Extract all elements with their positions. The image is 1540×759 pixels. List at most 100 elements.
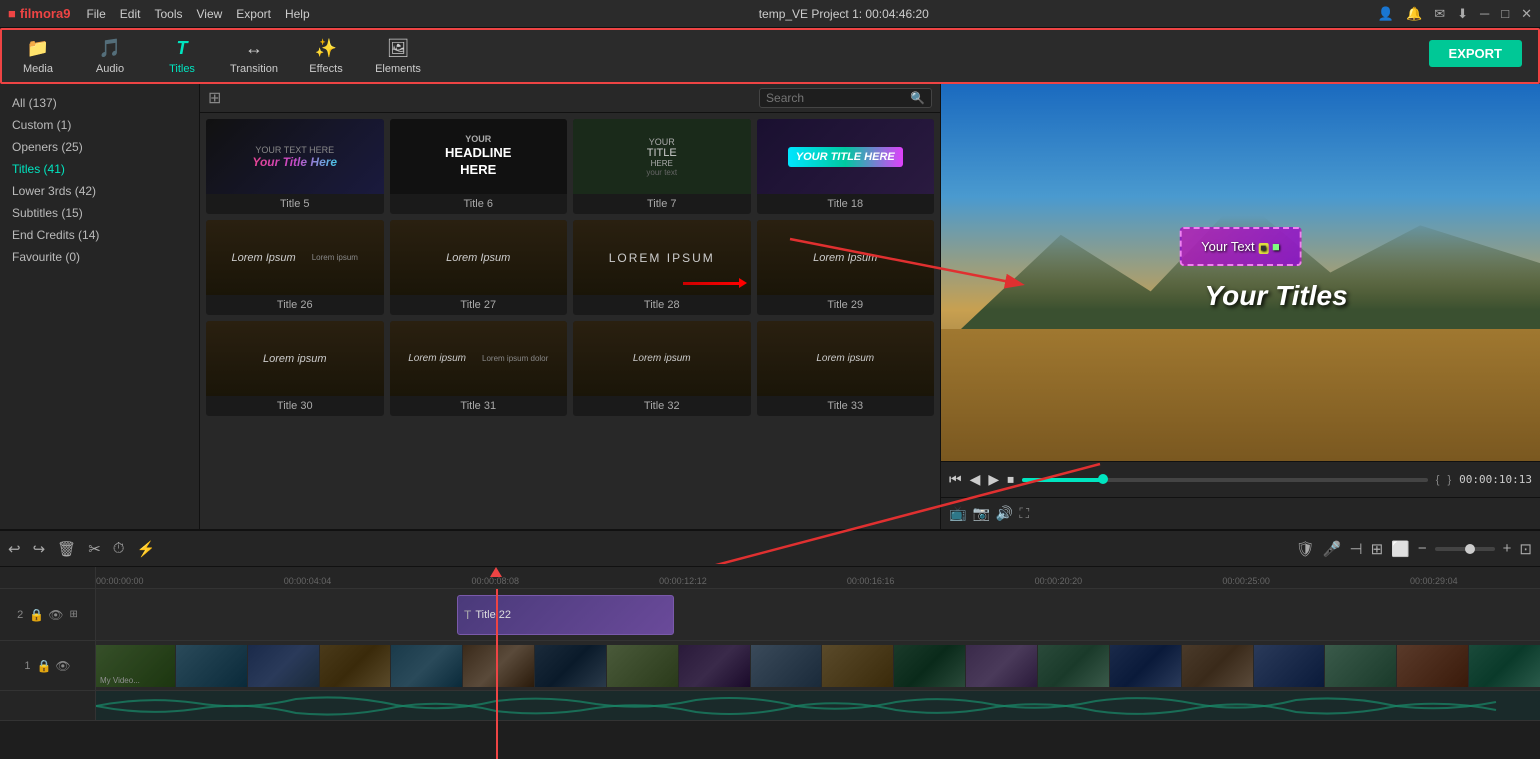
title-thumb-5: YOUR TEXT HERE Your Title Here [206, 119, 384, 194]
plus-zoom-btn[interactable]: + [1503, 540, 1512, 557]
progress-bar[interactable] [1022, 478, 1428, 482]
video-filmstrip[interactable]: My Video... [96, 645, 1540, 687]
redo-btn[interactable]: ↪ [33, 540, 46, 558]
title-card-6[interactable]: YOUR HEADLINE HERE Title 6 [390, 119, 568, 214]
menu-bar: File Edit Tools View Export Help [86, 7, 309, 21]
minimize-btn[interactable]: ─ [1480, 6, 1489, 22]
title-card-28[interactable]: LOREM IPSUM Title 28 [573, 220, 751, 315]
title-name-26: Title 26 [206, 295, 384, 315]
preview-panel: Your Text ■ ■ Your Titles ⏮ ◀ ▶ ⏹ { } 00… [940, 84, 1540, 529]
notification-icon[interactable]: 🔔 [1406, 6, 1422, 22]
export-button[interactable]: EXPORT [1429, 40, 1522, 67]
title-card-7[interactable]: YOUR TITLE HERE your text Title 7 [573, 119, 751, 214]
resolution-icon[interactable]: 📺 [949, 505, 966, 522]
split-audio-btn[interactable]: ⚡ [136, 540, 155, 558]
play-slow-btn[interactable]: ◀ [970, 471, 981, 488]
title-thumb-28: LOREM IPSUM [573, 220, 751, 295]
user-icon[interactable]: 👤 [1378, 6, 1394, 22]
track-2-eye[interactable]: 👁 [48, 608, 63, 622]
sidebar-item-lower3rds[interactable]: Lower 3rds (42) [0, 180, 199, 202]
add-track-icon[interactable]: ⊞ [69, 609, 77, 620]
menu-tools[interactable]: Tools [154, 7, 182, 21]
sidebar-item-titles[interactable]: Titles (41) [0, 158, 199, 180]
title-thumb-29: Lorem Ipsum [757, 220, 935, 295]
preview-title-text: Your Titles [1205, 280, 1348, 312]
zoom-slider[interactable] [1435, 547, 1495, 551]
fit-icon[interactable]: ⊡ [1519, 540, 1532, 558]
detach-btn[interactable]: ⊞ [1371, 540, 1384, 558]
track-1-lock[interactable]: 🔒 [36, 659, 51, 673]
track-row-1: 1 🔒 👁 My Video... [0, 641, 1540, 691]
title-card-18[interactable]: YOUR TITLE HERE Title 18 [757, 119, 935, 214]
title-name-33: Title 33 [757, 396, 935, 416]
effects-btn[interactable]: ✨ Effects [290, 30, 362, 82]
track-2-lock[interactable]: 🔒 [29, 608, 44, 622]
transition-btn[interactable]: ↔ Transition [218, 30, 290, 82]
fullscreen-icon[interactable]: ⛶ [1019, 505, 1029, 522]
mic-btn[interactable]: 🎤 [1323, 540, 1342, 558]
title-card-32[interactable]: Lorem ipsum Title 32 [573, 321, 751, 416]
track-2-controls: 🔒 👁 [29, 608, 63, 622]
split-btn[interactable]: ⊣ [1350, 540, 1363, 558]
menu-file[interactable]: File [86, 7, 105, 21]
minus-zoom-btn[interactable]: − [1418, 540, 1427, 557]
sidebar-item-favourite[interactable]: Favourite (0) [0, 246, 199, 268]
title-clip-22[interactable]: T Title 22 [457, 595, 674, 635]
title-card-30[interactable]: Lorem ipsum Title 30 [206, 321, 384, 416]
menu-edit[interactable]: Edit [120, 7, 141, 21]
snapshot-icon[interactable]: 📷 [972, 505, 989, 522]
close-btn[interactable]: ✕ [1521, 6, 1532, 22]
track-header-1: 1 🔒 👁 [0, 641, 96, 690]
volume-icon[interactable]: 🔊 [996, 505, 1013, 522]
menu-help[interactable]: Help [285, 7, 310, 21]
delete-btn[interactable]: 🗑 [57, 540, 76, 558]
message-icon[interactable]: ✉ [1434, 6, 1445, 22]
grid-view-icon[interactable]: ⊞ [208, 88, 221, 108]
progress-fill [1022, 478, 1103, 482]
title-card-27[interactable]: Lorem Ipsum Title 27 [390, 220, 568, 315]
project-title: temp_VE Project 1: 00:04:46:20 [759, 7, 929, 21]
stop-btn[interactable]: ⏹ [1007, 471, 1014, 488]
sidebar-item-custom[interactable]: Custom (1) [0, 114, 199, 136]
track-1-eye[interactable]: 👁 [55, 659, 70, 673]
media-btn[interactable]: 📁 Media [2, 30, 74, 82]
title-thumb-32: Lorem ipsum [573, 321, 751, 396]
maximize-btn[interactable]: □ [1501, 6, 1509, 22]
title-name-18: Title 18 [757, 194, 935, 214]
title-card-33[interactable]: Lorem ipsum Title 33 [757, 321, 935, 416]
shield-btn[interactable]: 🛡 [1296, 540, 1315, 558]
cut-btn[interactable]: ✂ [88, 540, 101, 558]
menu-export[interactable]: Export [236, 7, 271, 21]
app-logo: ■ filmora9 [8, 6, 70, 21]
download-icon[interactable]: ⬇ [1457, 6, 1468, 22]
elements-btn[interactable]: 🖼 Elements [362, 30, 434, 82]
ruler-3: 00:00:12:12 [659, 576, 707, 586]
preview-controls: ⏮ ◀ ▶ ⏹ { } 00:00:10:13 [941, 461, 1540, 497]
audio-waveform-body [96, 691, 1540, 720]
audio-btn[interactable]: 🎵 Audio [74, 30, 146, 82]
sidebar-item-openers[interactable]: Openers (25) [0, 136, 199, 158]
sidebar-item-subtitles[interactable]: Subtitles (15) [0, 202, 199, 224]
crop-btn[interactable]: ⬜ [1391, 540, 1410, 558]
ruler-4: 00:00:16:16 [847, 576, 895, 586]
skip-back-btn[interactable]: ⏮ [949, 471, 962, 488]
sidebar-item-endcredits[interactable]: End Credits (14) [0, 224, 199, 246]
play-btn[interactable]: ▶ [988, 471, 999, 488]
bracket-right: } [1447, 474, 1451, 486]
titles-btn[interactable]: T Titles [146, 30, 218, 82]
title-name-32: Title 32 [573, 396, 751, 416]
search-input[interactable] [766, 91, 906, 105]
menu-view[interactable]: View [196, 7, 222, 21]
sidebar-item-all[interactable]: All (137) [0, 92, 199, 114]
duration-btn[interactable]: ⏱ [113, 540, 125, 558]
undo-btn[interactable]: ↩ [8, 540, 21, 558]
title-card-29[interactable]: Lorem Ipsum Title 29 [757, 220, 935, 315]
title-thumb-33: Lorem ipsum [757, 321, 935, 396]
timeline-tools-left: ↩ ↪ 🗑 ✂ ⏱ ⚡ [8, 540, 155, 558]
transition-icon: ↔ [245, 38, 263, 59]
waveform-svg [96, 691, 1540, 720]
title-card-31[interactable]: Lorem ipsum Lorem ipsum dolor Title 31 [390, 321, 568, 416]
title-card-26[interactable]: Lorem Ipsum Lorem ipsum Title 26 [206, 220, 384, 315]
track-1-controls: 🔒 👁 [36, 659, 70, 673]
title-card-5[interactable]: YOUR TEXT HERE Your Title Here Title 5 [206, 119, 384, 214]
